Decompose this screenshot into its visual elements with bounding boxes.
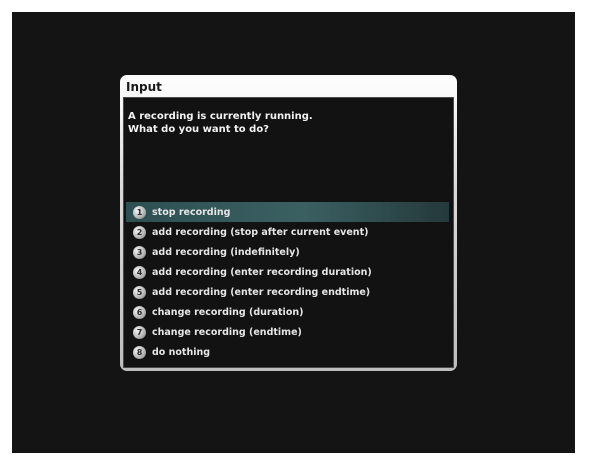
- choice-label: add recording (enter recording duration): [152, 266, 372, 278]
- choice-label: stop recording: [152, 206, 231, 218]
- choice-label: change recording (endtime): [152, 326, 302, 338]
- choice-change-recording-endtime[interactable]: 7 change recording (endtime): [126, 322, 449, 342]
- choice-add-recording-endtime[interactable]: 5 add recording (enter recording endtime…: [126, 282, 449, 302]
- input-dialog: Input A recording is currently running. …: [120, 75, 457, 371]
- dialog-content: A recording is currently running. What d…: [123, 97, 454, 368]
- choice-list: 1 stop recording 2 add recording (stop a…: [126, 202, 449, 362]
- choice-label: add recording (indefinitely): [152, 246, 300, 258]
- dialog-title: Input: [126, 80, 162, 94]
- number-2-icon: 2: [133, 225, 146, 239]
- number-6-icon: 6: [133, 305, 146, 319]
- number-3-icon: 3: [133, 245, 146, 259]
- choice-label: change recording (duration): [152, 306, 304, 318]
- message-line-2: What do you want to do?: [128, 124, 269, 135]
- choice-add-recording-stop-after-event[interactable]: 2 add recording (stop after current even…: [126, 222, 449, 242]
- tv-screen: Input A recording is currently running. …: [12, 12, 575, 453]
- dialog-message: A recording is currently running. What d…: [128, 110, 313, 136]
- choice-add-recording-duration[interactable]: 4 add recording (enter recording duratio…: [126, 262, 449, 282]
- number-4-icon: 4: [133, 265, 146, 279]
- choice-add-recording-indefinitely[interactable]: 3 add recording (indefinitely): [126, 242, 449, 262]
- choice-label: do nothing: [152, 346, 211, 358]
- choice-change-recording-duration[interactable]: 6 change recording (duration): [126, 302, 449, 322]
- choice-label: add recording (enter recording endtime): [152, 286, 371, 298]
- number-5-icon: 5: [133, 285, 146, 299]
- choice-do-nothing[interactable]: 8 do nothing: [126, 342, 449, 362]
- choice-stop-recording[interactable]: 1 stop recording: [126, 202, 449, 222]
- number-7-icon: 7: [133, 325, 146, 339]
- number-1-icon: 1: [133, 205, 146, 219]
- choice-label: add recording (stop after current event): [152, 226, 369, 238]
- number-8-icon: 8: [133, 345, 146, 359]
- message-line-1: A recording is currently running.: [128, 111, 313, 122]
